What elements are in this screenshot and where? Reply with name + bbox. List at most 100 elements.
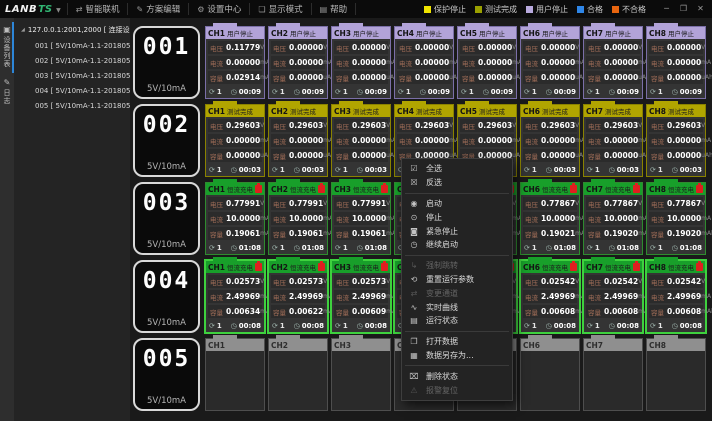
channel-card[interactable]: CH2 用户停止 电压 0.00000 V 电流 0.00000 mA 容量 0… — [268, 26, 328, 99]
capacity-label: 容量 — [588, 229, 602, 239]
elapsed-time: 00:09 — [554, 88, 576, 96]
close-button[interactable]: ✕ — [694, 3, 707, 15]
device-badge[interactable]: 002 5V/10mA — [133, 104, 200, 177]
device-number-display: 002 — [143, 114, 191, 137]
menu-item-select-all[interactable]: ☑ 全选 — [402, 162, 512, 176]
rail-tab-label: 日志 — [2, 89, 12, 105]
rail-tab-device-list[interactable]: ▣ 设备列表 — [0, 21, 14, 74]
channel-card[interactable]: CH1 恒流充电 电压 0.02573 V 电流 2.49969 mA 容量 0… — [205, 260, 265, 333]
capacity-row: 容量 0.00608 mAh — [523, 305, 577, 318]
channel-card[interactable]: CH4 用户停止 电压 0.00000 V 电流 0.00000 mA 容量 0… — [394, 26, 454, 99]
channel-card[interactable]: CH3 — [331, 338, 391, 411]
device-badge[interactable]: 001 5V/10mA — [133, 26, 200, 99]
loop-count: 1 — [658, 322, 663, 330]
device-badge[interactable]: 005 5V/10mA — [133, 338, 200, 411]
current-value: 2.49969 — [602, 292, 638, 301]
channel-card[interactable]: CH3 恒流充电 电压 0.77991 V 电流 10.0000 mA 容量 0… — [331, 182, 391, 255]
channel-card[interactable]: CH7 恒流充电 电压 0.02542 V 电流 2.49969 mA 容量 0… — [583, 260, 643, 333]
tree-root-server[interactable]: ◢ 127.0.0.1:2001,2000 [ 连接设备5 台 ] — [14, 22, 130, 38]
channel-card[interactable]: CH6 用户停止 电压 0.00000 V 电流 0.00000 mA 容量 0… — [520, 26, 580, 99]
channel-card[interactable]: CH1 恒流充电 电压 0.77991 V 电流 10.0000 mA 容量 0… — [205, 182, 265, 255]
channel-card[interactable]: CH8 用户停止 电压 0.00000 V 电流 0.00000 mA 容量 0… — [646, 26, 706, 99]
channel-card[interactable]: CH7 — [583, 338, 643, 411]
menu-item-start[interactable]: ◉ 启动 — [402, 197, 512, 211]
voltage-unit: V — [449, 122, 453, 129]
channel-card[interactable]: CH2 — [268, 338, 328, 411]
menu-item-reset-run-params[interactable]: ⟲ 重置运行参数 — [402, 273, 512, 287]
menu-item-display-mode[interactable]: ❏ 显示模式 — [249, 3, 310, 15]
channel-card[interactable]: CH1 — [205, 338, 265, 411]
channel-card[interactable]: CH3 测试完成 电压 0.29603 V 电流 0.00000 mA 容量 0… — [331, 104, 391, 177]
tree-node-device[interactable]: 003 [ 5V/10mA-1.1-20180501003 ] — [14, 68, 130, 83]
elapsed-time-icon: ◷ — [420, 88, 426, 96]
channel-card[interactable]: CH8 恒流充电 电压 0.77867 V 电流 10.0000 mA 容量 0… — [646, 182, 706, 255]
menu-item-help[interactable]: ▤ 帮助 — [311, 3, 357, 15]
card-top-tab — [339, 179, 363, 183]
channel-card[interactable]: CH8 — [646, 338, 706, 411]
channel-card[interactable]: CH8 恒流充电 电压 0.02542 V 电流 2.49969 mA 容量 0… — [646, 260, 706, 333]
logo-caret-icon[interactable]: ▼ — [56, 7, 61, 14]
invert-selection-icon: ☒ — [409, 178, 419, 187]
channel-card[interactable]: CH3 恒流充电 电压 0.02573 V 电流 2.49969 mA 容量 0… — [331, 260, 391, 333]
charging-battery-icon — [381, 185, 388, 193]
channel-card[interactable]: CH8 测试完成 电压 0.29603 V 电流 0.00000 mA 容量 0… — [646, 104, 706, 177]
rail-tab-log[interactable]: ✎ 日志 — [0, 74, 14, 111]
device-badge[interactable]: 004 5V/10mA — [133, 260, 200, 333]
menu-item-emergency-stop[interactable]: ◙ 紧急停止 — [402, 224, 512, 238]
menu-item-invert-selection[interactable]: ☒ 反选 — [402, 176, 512, 190]
elapsed-time-icon: ◷ — [609, 166, 615, 174]
tree-node-device[interactable]: 001 [ 5V/10mA-1.1-20180501001 ] — [14, 38, 130, 53]
menu-item-settings-center[interactable]: ⚙ 设置中心 — [188, 3, 249, 15]
voltage-row: 电压 0.02573 V — [271, 275, 325, 288]
card-top-tab — [591, 179, 615, 183]
maximize-button[interactable]: ❐ — [677, 3, 690, 15]
tree-node-device[interactable]: 002 [ 5V/10mA-1.1-20180501002 ] — [14, 53, 130, 68]
menu-item-plan-editor[interactable]: ✎ 方案编辑 — [127, 3, 188, 15]
device-badge[interactable]: 003 5V/10mA — [133, 182, 200, 255]
capacity-label: 容量 — [651, 73, 665, 83]
menu-item-delete-status[interactable]: ⌧ 删除状态 — [402, 369, 512, 383]
channel-card[interactable]: CH2 恒流充电 电压 0.02573 V 电流 2.49969 mA 容量 0… — [268, 260, 328, 333]
channel-card[interactable]: CH6 恒流充电 电压 0.77867 V 电流 10.0000 mA 容量 0… — [520, 182, 580, 255]
channel-card[interactable]: CH7 恒流充电 电压 0.77867 V 电流 10.0000 mA 容量 0… — [583, 182, 643, 255]
menu-item-open-data[interactable]: ❐ 打开数据 — [402, 335, 512, 349]
channel-card[interactable]: CH2 恒流充电 电压 0.77991 V 电流 10.0000 mA 容量 0… — [268, 182, 328, 255]
menu-bar: ⇄ 智能联机 ✎ 方案编辑 ⚙ 设置中心 ❏ 显示模式 ▤ 帮助 — [67, 0, 356, 18]
menu-item-realtime-curve[interactable]: ∿ 实时曲线 — [402, 300, 512, 314]
channel-status: 恒流充电 — [353, 262, 379, 272]
menu-item-stop[interactable]: ⊙ 停止 — [402, 210, 512, 224]
menu-item-run-status[interactable]: ▤ 运行状态 — [402, 314, 512, 328]
channel-card[interactable]: CH7 用户停止 电压 0.00000 V 电流 0.00000 mA 容量 0… — [583, 26, 643, 99]
channel-card[interactable]: CH1 用户停止 电压 0.11779 V 电流 0.00000 mA 容量 0… — [205, 26, 265, 99]
menu-item-save-data-as[interactable]: ▦ 数据另存为... — [402, 349, 512, 363]
voltage-label: 电压 — [651, 277, 665, 287]
force-jump-icon: ↳ — [409, 261, 419, 270]
menu-item-smart-connect[interactable]: ⇄ 智能联机 — [67, 3, 128, 15]
tree-node-device[interactable]: 005 [ 5V/10mA-1.1-20180501005 ] — [14, 98, 130, 113]
legend-item-unqualified: 不合格 — [612, 4, 646, 15]
menu-item-alarm-reset[interactable]: ⚠ 报警复位 — [402, 383, 512, 397]
menu-item-change-channel[interactable]: ⇄ 变更通道 — [402, 286, 512, 300]
channel-card[interactable]: CH5 用户停止 电压 0.00000 V 电流 0.00000 mA 容量 0… — [457, 26, 517, 99]
channel-card[interactable]: CH6 — [520, 338, 580, 411]
channel-name: CH3 — [334, 341, 351, 350]
channel-card[interactable]: CH6 恒流充电 电压 0.02542 V 电流 2.49969 mA 容量 0… — [520, 260, 580, 333]
channel-status: 测试完成 — [353, 106, 379, 116]
minimize-button[interactable]: ─ — [660, 3, 673, 15]
channel-card[interactable]: CH2 测试完成 电压 0.29603 V 电流 0.00000 mA 容量 0… — [268, 104, 328, 177]
menu-item-continue-start[interactable]: ◷ 继续启动 — [402, 238, 512, 252]
current-row: 电流 0.00000 mA — [649, 56, 703, 69]
channel-card[interactable]: CH3 用户停止 电压 0.00000 V 电流 0.00000 mA 容量 0… — [331, 26, 391, 99]
card-footer: ⟳ 1 ◷ 00:08 — [332, 320, 390, 332]
tree-collapse-icon[interactable]: ◢ — [21, 27, 25, 33]
legend-item-user-stop: 用户停止 — [526, 4, 568, 15]
menu-item-force-jump[interactable]: ↳ 强制跳转 — [402, 259, 512, 273]
voltage-unit: V — [638, 122, 642, 129]
tree-node-device[interactable]: 004 [ 5V/10mA-1.1-20180501004 ] — [14, 83, 130, 98]
capacity-label: 容量 — [336, 229, 350, 239]
current-label: 电流 — [462, 136, 476, 146]
channel-card[interactable]: CH6 测试完成 电压 0.29603 V 电流 0.00000 mA 容量 0… — [520, 104, 580, 177]
channel-card[interactable]: CH7 测试完成 电压 0.29603 V 电流 0.00000 mA 容量 0… — [583, 104, 643, 177]
channel-card[interactable]: CH1 测试完成 电压 0.29603 V 电流 0.00000 mA 容量 0… — [205, 104, 265, 177]
card-values: 电压 0.29603 V 电流 0.00000 mA 容量 0.00000 uA… — [521, 117, 579, 164]
